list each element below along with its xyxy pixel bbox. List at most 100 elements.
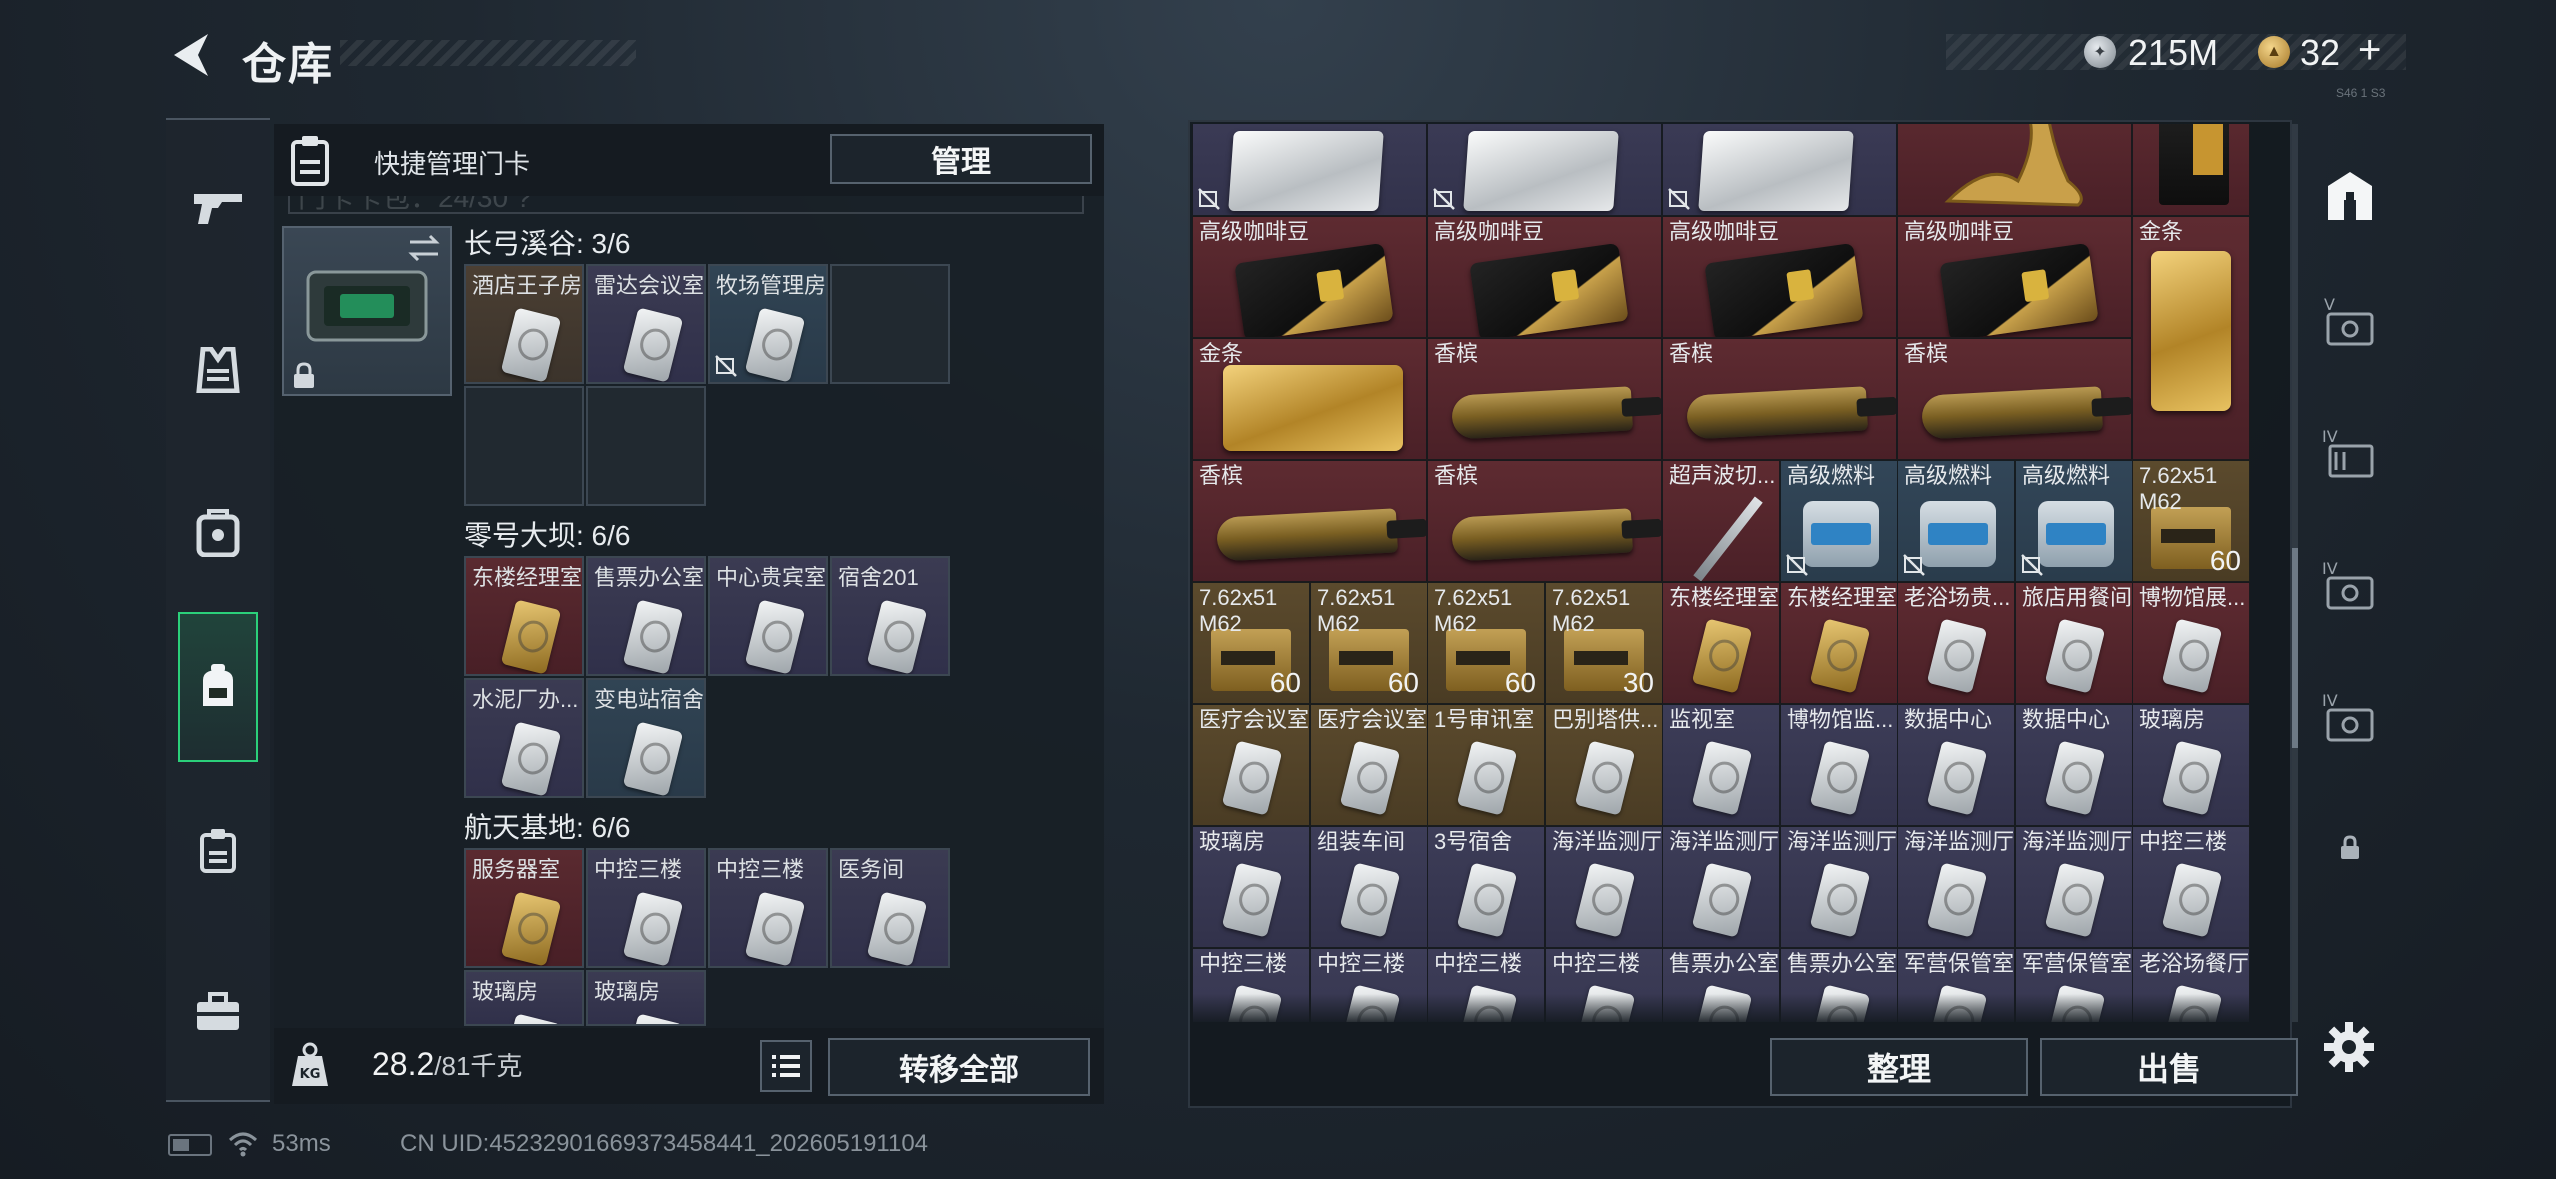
- list-view-button[interactable]: [760, 1040, 812, 1092]
- stash-item[interactable]: 中控三楼: [2132, 826, 2250, 948]
- weapon-tab-icon[interactable]: [178, 158, 258, 258]
- item-name: 监视室: [1669, 707, 1736, 732]
- stash-item[interactable]: 金条: [1192, 338, 1427, 460]
- stash-item[interactable]: 7.62x51 M62 60: [1427, 582, 1545, 704]
- stash-item[interactable]: 海洋监测厅: [1780, 826, 1898, 948]
- transfer-all-button[interactable]: 转移全部: [828, 1038, 1090, 1096]
- stash-item[interactable]: 金条: [2132, 216, 2250, 460]
- no-transfer-icon: [1197, 187, 1221, 211]
- stash-item[interactable]: 海洋监测厅: [1662, 826, 1780, 948]
- stash-item[interactable]: 海洋监测厅: [1545, 826, 1663, 948]
- stash-item[interactable]: 香槟: [1427, 460, 1662, 582]
- keycard-group-title: 零号大坝: 6/6: [464, 520, 631, 551]
- stash-item[interactable]: 高级咖啡豆: [1427, 216, 1662, 338]
- stash-item[interactable]: 监视室: [1662, 704, 1780, 826]
- stash-item[interactable]: 钛合金: [1192, 124, 1427, 216]
- organize-button[interactable]: 整理: [1770, 1038, 2028, 1096]
- stash-item[interactable]: 海洋监测厅: [2015, 826, 2133, 948]
- keycard-slot[interactable]: 中控三楼: [586, 848, 706, 968]
- stash-item[interactable]: 博物馆监...: [1780, 704, 1898, 826]
- keycard-slot[interactable]: 售票办公室: [586, 556, 706, 676]
- keycard-slot[interactable]: 医务间: [830, 848, 950, 968]
- stash-item[interactable]: 3号宿舍: [1427, 826, 1545, 948]
- stash-item[interactable]: 旅店用餐间: [2015, 582, 2133, 704]
- keycard-name: 中控三楼: [594, 857, 683, 882]
- keycard-slot[interactable]: 变电站宿舍: [586, 678, 706, 798]
- settings-gear-icon[interactable]: [2320, 1018, 2378, 1076]
- stash-item[interactable]: 高级咖啡豆: [1662, 216, 1897, 338]
- sell-button[interactable]: 出售: [2040, 1038, 2298, 1096]
- stash-item[interactable]: [1897, 124, 2132, 216]
- keycard-slot[interactable]: 牧场管理房: [708, 264, 828, 384]
- manage-button[interactable]: 管理: [830, 134, 1092, 184]
- keycard-slot[interactable]: 宿舍201: [830, 556, 950, 676]
- keycard-image: [866, 891, 928, 966]
- stash-tab-iv-3-icon[interactable]: IV: [2314, 680, 2386, 752]
- keycard-slot[interactable]: 酒店王子房: [464, 264, 584, 384]
- stash-item[interactable]: 高级咖啡豆: [1897, 216, 2132, 338]
- stash-item[interactable]: 7.62x51 M62 60: [1310, 582, 1428, 704]
- swap-arrows-icon[interactable]: [406, 230, 442, 266]
- stash-item[interactable]: 高级燃料: [2015, 460, 2133, 582]
- title-decoration: [340, 40, 636, 66]
- stash-item[interactable]: 1号审讯室: [1427, 704, 1545, 826]
- stash-item[interactable]: [2132, 124, 2250, 216]
- stash-item[interactable]: 钛合金: [1662, 124, 1897, 216]
- stash-item[interactable]: 香槟: [1427, 338, 1662, 460]
- stash-tab-main-icon[interactable]: [2314, 160, 2386, 232]
- stash-item[interactable]: 香槟: [1192, 460, 1427, 582]
- stash-item[interactable]: 7.62x51 M62 30: [1545, 582, 1663, 704]
- stash-item[interactable]: 7.62x51 M62 60: [1192, 582, 1310, 704]
- stash-item[interactable]: 玻璃房: [2132, 704, 2250, 826]
- stash-item[interactable]: 香槟: [1662, 338, 1897, 460]
- stash-item[interactable]: 医疗会议室: [1310, 704, 1428, 826]
- keycard-slot[interactable]: 水泥厂办...: [464, 678, 584, 798]
- item-image: [2151, 251, 2231, 411]
- stash-item[interactable]: 老浴场贵...: [1897, 582, 2015, 704]
- item-image: [1339, 740, 1401, 816]
- keycard-slot[interactable]: 雷达会议室: [586, 264, 706, 384]
- stash-tab-v-icon[interactable]: V: [2314, 284, 2386, 356]
- stash-item[interactable]: 数据中心: [2015, 704, 2133, 826]
- stash-item[interactable]: 东楼经理室: [1662, 582, 1780, 704]
- stash-tab-iv-2-icon[interactable]: IV: [2314, 548, 2386, 620]
- armor-vest-tab-icon[interactable]: [178, 320, 258, 420]
- stash-item[interactable]: 钛合金: [1427, 124, 1662, 216]
- stash-item[interactable]: 高级燃料: [1897, 460, 2015, 582]
- keycard-name: 酒店王子房: [472, 273, 583, 298]
- carry-weight-value: 28.2: [372, 1046, 435, 1082]
- stash-item[interactable]: 博物馆展...: [2132, 582, 2250, 704]
- stash-item[interactable]: 数据中心: [1897, 704, 2015, 826]
- keycard-slot[interactable]: 玻璃房: [464, 970, 584, 1026]
- no-transfer-icon: [1432, 187, 1456, 211]
- stash-item[interactable]: 超声波切...: [1662, 460, 1780, 582]
- item-name: 旅店用餐间: [2022, 585, 2133, 610]
- stash-item[interactable]: 7.62x51 M62 60: [2132, 460, 2250, 582]
- item-name: 海洋监测厅: [1904, 829, 2015, 854]
- keycard-slot[interactable]: 东楼经理室: [464, 556, 584, 676]
- stash-scroll-thumb[interactable]: [2292, 548, 2298, 748]
- stash-item[interactable]: 海洋监测厅: [1897, 826, 2015, 948]
- stash-item[interactable]: 高级燃料: [1780, 460, 1898, 582]
- stash-item[interactable]: 香槟: [1897, 338, 2132, 460]
- stash-item[interactable]: 高级咖啡豆: [1192, 216, 1427, 338]
- silver-currency-value: 215M: [2128, 32, 2219, 73]
- back-arrow-icon[interactable]: [168, 30, 212, 80]
- stash-item[interactable]: 医疗会议室: [1192, 704, 1310, 826]
- stash-tab-iv-1-icon[interactable]: IV: [2314, 416, 2386, 488]
- stash-item[interactable]: 巴别塔供...: [1545, 704, 1663, 826]
- add-currency-button[interactable]: +: [2358, 28, 2381, 73]
- keycard-slot[interactable]: 玻璃房: [586, 970, 706, 1026]
- toolbox-tab-icon[interactable]: [178, 962, 258, 1062]
- stash-item[interactable]: 玻璃房: [1192, 826, 1310, 948]
- keycard-slot[interactable]: 服务器室: [464, 848, 584, 968]
- keycard-case-tab-icon[interactable]: [178, 612, 258, 762]
- keycard-slot[interactable]: 中心贵宾室: [708, 556, 828, 676]
- backpack-tab-icon[interactable]: [178, 482, 258, 582]
- stash-item[interactable]: 组装车间: [1310, 826, 1428, 948]
- card-holder-tab-icon[interactable]: [178, 800, 258, 900]
- stash-item[interactable]: 东楼经理室: [1780, 582, 1898, 704]
- item-image: [1450, 508, 1634, 562]
- no-transfer-icon: [1902, 553, 1926, 577]
- keycard-slot[interactable]: 中控三楼: [708, 848, 828, 968]
